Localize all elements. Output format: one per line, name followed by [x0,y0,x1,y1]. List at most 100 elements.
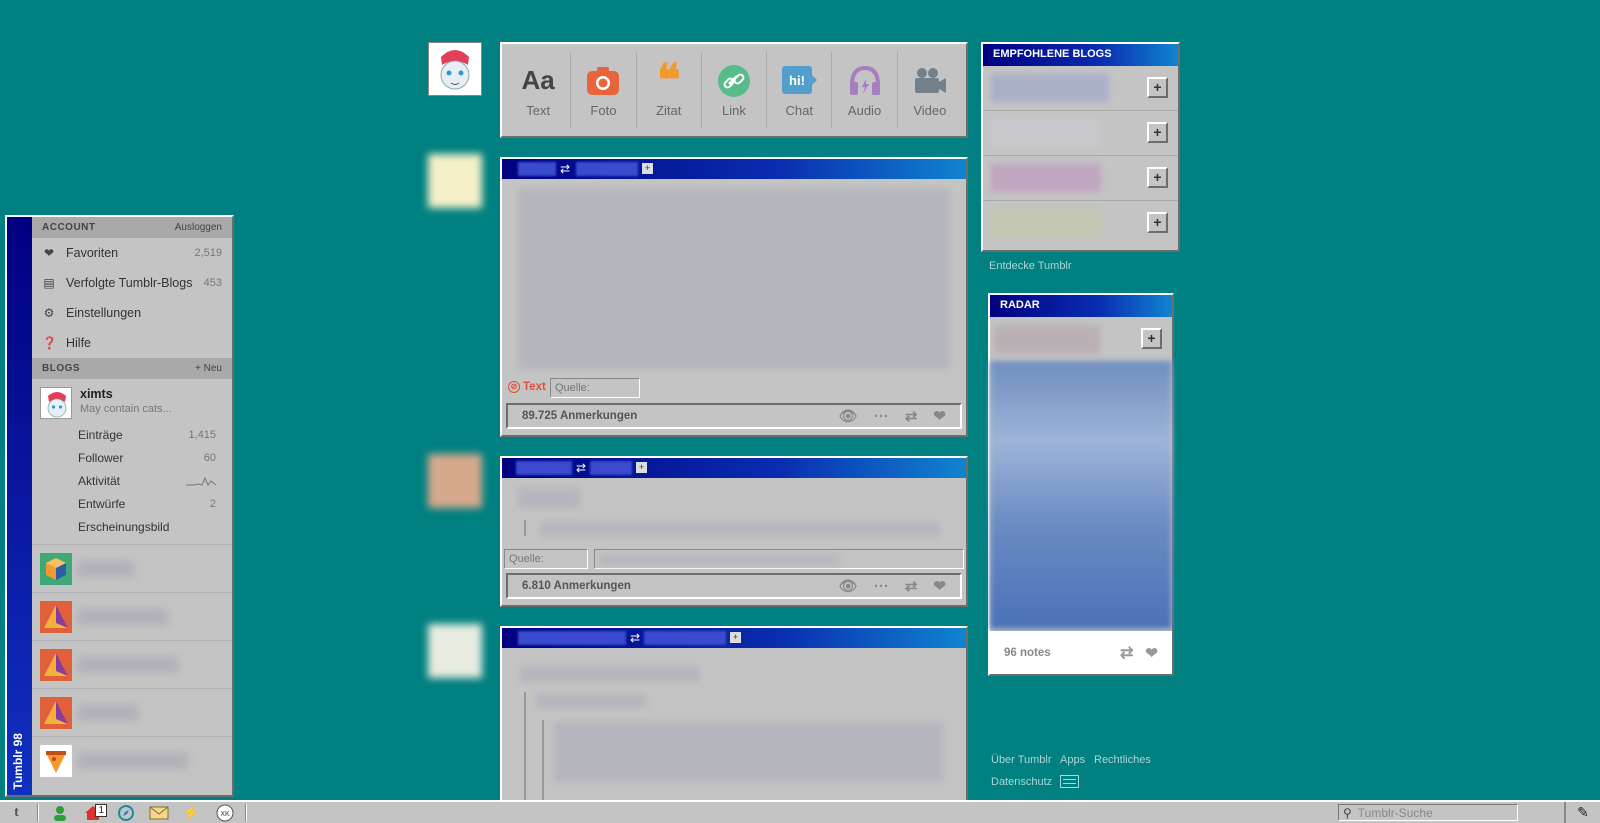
recommended-blog-row[interactable]: + [983,156,1178,201]
tumblr-logo-icon[interactable]: t [0,802,33,823]
compose-text-button[interactable]: Aa Text [506,52,572,128]
blog-item-posts[interactable]: Einträge 1,415 [32,423,232,446]
radar-notes-count[interactable]: 96 notes [1004,647,1120,659]
inbox-badge: 1 [95,804,107,817]
post-author-avatar[interactable] [428,154,482,208]
follow-button[interactable]: + [1147,167,1168,188]
blog-name: ximts [80,387,113,401]
reblog-icon[interactable]: ⇄ [905,577,918,595]
compose-type-label: Text [526,102,551,118]
user-avatar[interactable] [428,42,482,96]
blurred-post-title [518,488,580,508]
account-header-title: ACCOUNT [42,222,96,233]
compose-quote-button[interactable]: ❝ Zitat [637,52,702,128]
eye-icon[interactable]: 👁 [839,407,858,425]
compose-link-button[interactable]: Link [702,52,768,128]
sidebar-brand-strip: Tumblr 98 [7,217,32,795]
blurred-blog-name[interactable] [518,162,556,176]
eye-icon[interactable]: 👁 [839,577,858,595]
sidebar-item-settings[interactable]: ⚙ Einstellungen [32,298,232,328]
post-type-label: Text [523,381,546,393]
secondary-blog[interactable] [32,592,232,640]
follow-button[interactable]: + [1147,122,1168,143]
post-notes-count[interactable]: 6.810 Anmerkungen [522,580,823,592]
sidebar-item-favorites[interactable]: ❤ Favoriten 2,519 [32,238,232,268]
reblog-icon[interactable]: ⇄ [1120,643,1133,663]
blurred-blog-name[interactable] [644,631,726,645]
radar-image[interactable] [990,361,1172,629]
recommended-blog-row[interactable]: + [983,201,1178,246]
more-icon[interactable]: ··· [874,578,889,595]
follow-plus-icon[interactable]: + [642,163,653,174]
taskbar-divider [37,804,39,821]
compose-photo-button[interactable]: Foto [571,52,637,128]
source-field[interactable]: Quelle: [550,378,640,398]
activity-lightning-icon[interactable]: ⚡ [175,802,208,823]
follow-plus-icon[interactable]: + [730,632,741,643]
primary-blog[interactable]: ximts May contain cats... [32,379,232,423]
privacy-link[interactable]: Datenschutz [991,776,1052,788]
discover-tumblr-link[interactable]: Entdecke Tumblr [989,260,1072,272]
sidebar-item-label: Verfolgte Tumblr-Blogs [66,276,193,290]
follow-button[interactable]: + [1141,328,1162,349]
help-icon: ❓ [42,336,57,350]
compose-video-button[interactable]: Video [898,52,962,128]
blurred-blog-name [78,704,138,721]
messages-envelope-icon[interactable] [142,802,175,823]
follow-button[interactable]: + [1147,212,1168,233]
sidebar-item-help[interactable]: ❓ Hilfe [32,328,232,358]
radar-blog-row[interactable]: + [990,317,1172,361]
blog-item-appearance[interactable]: Erscheinungsbild [32,515,232,538]
blurred-blog-name[interactable] [518,631,626,645]
sidebar-item-following[interactable]: ▤ Verfolgte Tumblr-Blogs 453 [32,268,232,298]
search-input[interactable]: ⚲ Tumblr-Suche [1338,804,1518,821]
blog-item-followers[interactable]: Follower 60 [32,446,232,469]
account-icon[interactable] [43,802,76,823]
post-header: ⇄ + [502,159,966,179]
more-icon[interactable]: ··· [874,408,889,425]
logout-link[interactable]: Ausloggen [175,222,222,233]
new-blog-link[interactable]: + Neu [195,363,222,374]
blurred-blog-banner [991,74,1109,102]
camera-icon [586,63,620,99]
blurred-blog-name [78,752,188,769]
chat-icon: hi! [781,63,818,99]
source-url-field[interactable] [594,549,964,569]
xkit-icon[interactable]: XK [208,802,241,823]
recommended-blog-row[interactable]: + [983,66,1178,111]
compose-chat-button[interactable]: hi! Chat [767,52,833,128]
blurred-blog-name[interactable] [516,461,572,475]
blurred-blog-name[interactable] [576,162,638,176]
follow-button[interactable]: + [1147,77,1168,98]
post-author-avatar[interactable] [428,624,482,678]
reblog-icon[interactable]: ⇄ [905,407,918,425]
compose-pencil-icon[interactable]: ✎ [1564,802,1600,823]
recommended-blog-row[interactable]: + [983,111,1178,156]
blog-item-drafts[interactable]: Entwürfe 2 [32,492,232,515]
heart-icon[interactable]: ❤ [1145,644,1158,662]
post-author-avatar[interactable] [428,454,482,508]
heart-icon[interactable]: ❤ [933,407,946,425]
video-camera-icon [913,63,947,99]
source-field[interactable]: Quelle: [504,549,588,569]
secondary-blog[interactable] [32,688,232,736]
keyboard-icon[interactable] [1060,775,1079,788]
secondary-blog[interactable] [32,544,232,592]
compose-audio-button[interactable]: Audio [832,52,898,128]
heart-icon[interactable]: ❤ [933,577,946,595]
compose-type-label: Video [913,102,947,118]
blog-item-activity[interactable]: Aktivität [32,469,232,492]
post-notes-count[interactable]: 89.725 Anmerkungen [522,410,823,422]
legal-link[interactable]: Rechtliches [1094,754,1151,766]
link-icon [717,63,750,99]
blurred-blog-name[interactable] [590,461,632,475]
secondary-blog[interactable] [32,640,232,688]
follow-plus-icon[interactable]: + [636,462,647,473]
explore-compass-icon[interactable] [109,802,142,823]
text-post-icon: Aa [521,65,555,95]
apps-link[interactable]: Apps [1060,754,1085,766]
blog-item-count: 60 [203,451,216,464]
home-icon[interactable]: 1 [76,802,109,823]
secondary-blog[interactable] [32,736,232,784]
about-link[interactable]: Über Tumblr [991,754,1052,766]
